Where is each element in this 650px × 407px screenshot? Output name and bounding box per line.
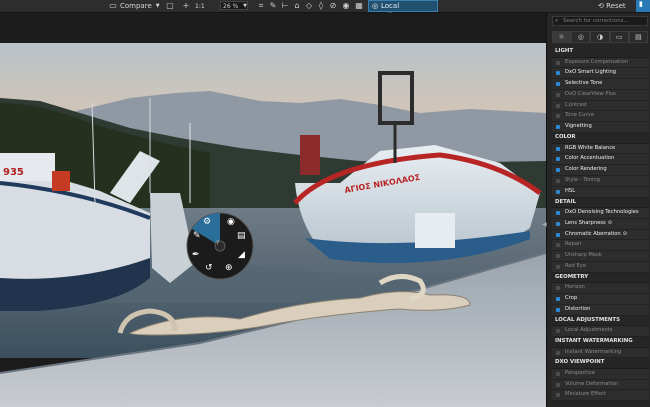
list-item[interactable]: DxO Denoising Technologies: [552, 208, 649, 219]
eye-icon[interactable]: ◉: [341, 1, 351, 11]
horizon-icon[interactable]: ⊢: [280, 1, 290, 11]
tab-light-icon[interactable]: ☼: [552, 31, 572, 43]
undo-icon[interactable]: ↺: [205, 263, 213, 273]
volume-icon[interactable]: ◊: [316, 1, 326, 11]
corrections-panel: ⌕ Search for corrections... ☼ ◎ ◑ ▭ ▤ LI…: [542, 13, 650, 407]
eye-slash-icon[interactable]: ⊘: [623, 231, 628, 237]
filter-icon[interactable]: ▤: [237, 231, 246, 241]
eyedropper-icon[interactable]: ✎: [268, 1, 278, 11]
zoom-chevron-icon[interactable]: ▼: [240, 1, 250, 11]
compare-label: Compare: [120, 2, 152, 10]
panel-collapse-icon[interactable]: ◀: [542, 221, 547, 228]
tab-color-icon[interactable]: ◎: [571, 31, 591, 43]
top-toolbar: ▭ Compare ▼ ▢ + 1:1 26 % ▼ ⌗ ✎ ⊢ ⌂ ◇ ◊ ⊘…: [0, 0, 650, 20]
export-icon: ▮: [639, 0, 643, 8]
help-icon[interactable]: ?: [216, 240, 219, 247]
photo-viewer[interactable]: 935 ΑΓΙΟΣ ΝΙΚΟΛΑΟΣ: [0, 43, 546, 407]
list-item[interactable]: Vignetting: [552, 122, 649, 134]
list-item[interactable]: Perspective: [552, 368, 649, 380]
radial-menu[interactable]: ⚙ ◉ ✎ ▤ ? ✒ ◢ ↺ ⊕: [186, 212, 254, 280]
tab-more-icon[interactable]: ▤: [628, 31, 649, 43]
radial-menu-graphic: [186, 212, 254, 280]
list-item[interactable]: Lens Sharpness ⊘: [552, 218, 649, 230]
brush-icon[interactable]: ✎: [193, 231, 201, 241]
chevron-down-icon: ▼: [155, 3, 160, 9]
section-detail[interactable]: DETAIL: [552, 197, 649, 209]
control-point-icon[interactable]: ⚙: [203, 217, 211, 227]
search-placeholder: Search for corrections...: [563, 18, 629, 24]
crop-icon[interactable]: ⌗: [256, 1, 266, 11]
list-item[interactable]: Contrast: [552, 100, 649, 112]
list-item[interactable]: DxO ClearView Plus: [552, 89, 649, 101]
list-item[interactable]: Horizon: [552, 283, 649, 295]
list-item[interactable]: RGB White Balance: [552, 143, 649, 155]
list-item[interactable]: Crop: [552, 294, 649, 305]
export-button[interactable]: ▮: [636, 0, 650, 12]
perspective-icon[interactable]: ⌂: [292, 1, 302, 11]
list-item[interactable]: Selective Tone: [552, 79, 649, 90]
list-item[interactable]: Volume Deformation: [552, 379, 649, 391]
section-light[interactable]: LIGHT: [552, 47, 649, 58]
reset-button[interactable]: ⟲ Reset: [598, 0, 626, 12]
list-item[interactable]: Unsharp Mask: [552, 251, 649, 263]
list-item[interactable]: Repair: [552, 240, 649, 252]
list-item[interactable]: HSL: [552, 186, 649, 198]
corrections-list: LIGHT Exposure Compensation DxO Smart Li…: [552, 47, 649, 402]
section-dxo-viewpoint[interactable]: DXO VIEWPOINT: [552, 358, 649, 369]
add-icon[interactable]: ⊕: [225, 263, 233, 273]
zoom-in-icon[interactable]: +: [181, 1, 191, 11]
list-item[interactable]: Chromatic Aberration ⊘: [552, 229, 649, 241]
compare-icon: ▭: [109, 1, 117, 10]
search-icon: ⌕: [555, 17, 559, 24]
list-item[interactable]: Distortion: [552, 304, 649, 316]
list-item[interactable]: Style - Toning: [552, 175, 649, 187]
photo-image: 935 ΑΓΙΟΣ ΝΙΚΟΛΑΟΣ: [0, 43, 546, 407]
one-to-one-button[interactable]: 1:1: [195, 0, 205, 12]
eraser-icon[interactable]: ◢: [238, 250, 245, 260]
compare-button[interactable]: ▭ Compare ▼: [108, 0, 160, 12]
section-geometry[interactable]: GEOMETRY: [552, 272, 649, 284]
section-color[interactable]: COLOR: [552, 133, 649, 144]
local-adjustments-button[interactable]: ◎ Local Adjustments: [368, 0, 438, 20]
reset-label: Reset: [606, 2, 626, 10]
viewer-background: [0, 13, 546, 43]
list-item[interactable]: Exposure Compensation: [552, 57, 649, 69]
list-item[interactable]: Color Rendering: [552, 165, 649, 176]
boat-number: 935: [3, 167, 24, 178]
section-instant-watermarking[interactable]: INSTANT WATERMARKING: [552, 337, 649, 348]
fit-icon[interactable]: ▢: [165, 1, 175, 11]
perspective-rect-icon[interactable]: ◇: [304, 1, 314, 11]
list-item[interactable]: Red Eye: [552, 262, 649, 273]
eye-slash-icon[interactable]: ⊘: [608, 220, 613, 226]
list-item[interactable]: Miniature Effect: [552, 390, 649, 402]
grid-icon[interactable]: ▦: [354, 1, 364, 11]
list-item[interactable]: Color Accentuation: [552, 154, 649, 166]
section-local-adjustments[interactable]: LOCAL ADJUSTMENTS: [552, 315, 649, 327]
local-adjustments-icon: ◎: [372, 2, 379, 10]
reset-icon: ⟲: [598, 2, 604, 10]
pen-icon[interactable]: ✒: [192, 250, 200, 260]
zoom-value: 26 %: [223, 3, 239, 10]
list-item[interactable]: Instant Watermarking: [552, 347, 649, 359]
palette-tabs: ☼ ◎ ◑ ▭ ▤: [552, 31, 649, 43]
list-item[interactable]: Tone Curve: [552, 111, 649, 123]
search-input[interactable]: ⌕ Search for corrections...: [552, 16, 648, 26]
list-item[interactable]: Local Adjustments: [552, 326, 649, 338]
list-item[interactable]: DxO Smart Lighting: [552, 68, 649, 80]
tab-geometry-icon[interactable]: ▭: [609, 31, 629, 43]
gradient-icon[interactable]: ◉: [227, 217, 235, 227]
repair-icon[interactable]: ⊘: [328, 1, 338, 11]
tab-detail-icon[interactable]: ◑: [590, 31, 610, 43]
